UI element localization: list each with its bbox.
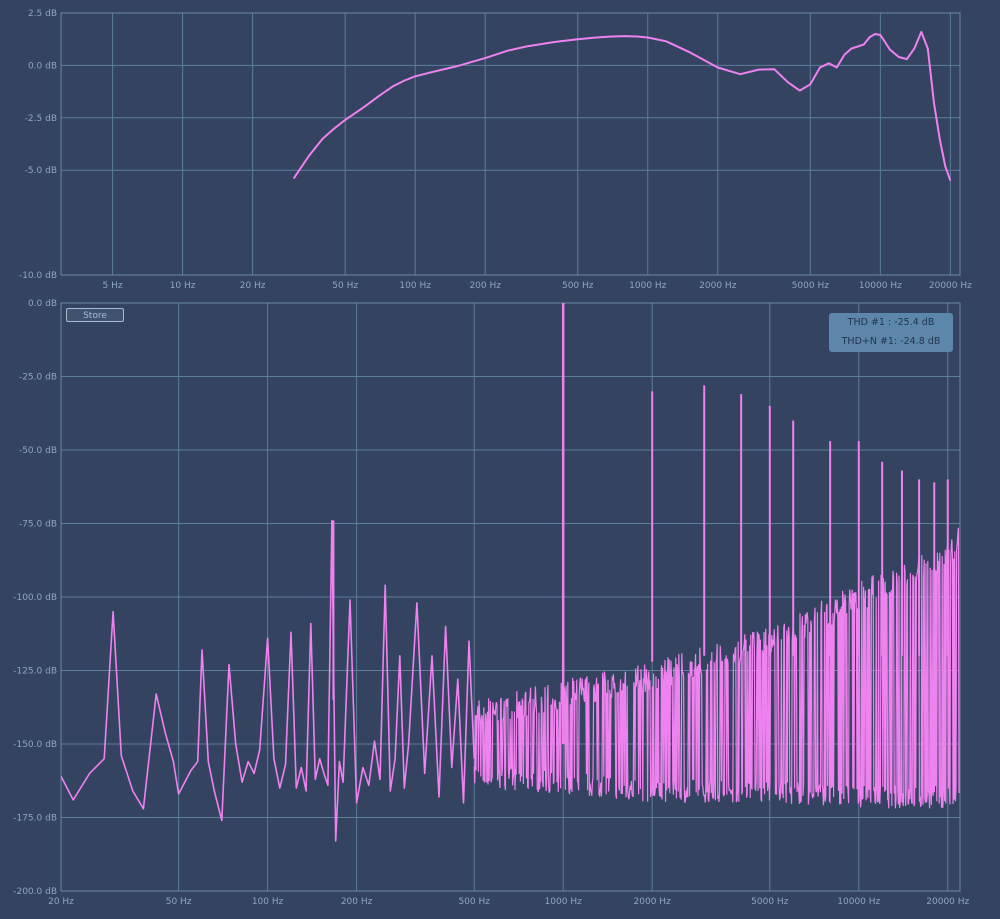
thdn-readout: THD+N #1: -24.8 dB	[841, 336, 941, 347]
spectrum-noise-floor	[473, 527, 960, 809]
thd-readout-panel: THD #1 : -25.4 dB THD+N #1: -24.8 dB	[829, 313, 953, 352]
thd-readout: THD #1 : -25.4 dB	[847, 317, 935, 328]
spectrum-x-tick-label: 50 Hz	[166, 897, 192, 907]
spectrum-x-tick-label: 10000 Hz	[837, 897, 880, 907]
spectrum-y-tick-label: -125.0 dB	[13, 667, 57, 677]
spectrum-x-tick-label: 1000 Hz	[545, 897, 583, 907]
spectrum-x-tick-label: 500 Hz	[458, 897, 490, 907]
spectrum-trace-group	[61, 303, 960, 842]
spectrum-y-tick-label: 0.0 dB	[28, 299, 57, 309]
spectrum-y-tick-label: -200.0 dB	[13, 887, 57, 897]
spectrum-y-tick-label: -175.0 dB	[13, 814, 57, 824]
store-button[interactable]: Store	[66, 308, 124, 322]
spectrum-chart: 20 Hz 50 Hz 100 Hz 200 Hz 500 Hz 1000 Hz 2000 …	[13, 299, 969, 907]
spectrum-y-tick-label: -25.0 dB	[19, 373, 57, 383]
spectrum-x-tick-label: 20 Hz	[48, 897, 74, 907]
spectrum-x-tick-label: 200 Hz	[341, 897, 373, 907]
spectrum-x-tick-label: 100 Hz	[252, 897, 284, 907]
analyzer-window: 5 Hz 10 Hz 20 Hz 50 Hz 100 Hz 200 Hz 500 Hz 100…	[0, 0, 1000, 919]
spectrum-x-tick-label: 2000 Hz	[634, 897, 672, 907]
spectrum-y-tick-label: -50.0 dB	[19, 446, 57, 456]
spectrum-y-tick-label: -100.0 dB	[13, 593, 57, 603]
spectrum-x-tick-label: 5000 Hz	[751, 897, 789, 907]
spectrum-x-tick-label: 20000 Hz	[926, 897, 969, 907]
spectrum-y-tick-label: -150.0 dB	[13, 740, 57, 750]
spectrum-y-tick-label: -75.0 dB	[19, 520, 57, 530]
